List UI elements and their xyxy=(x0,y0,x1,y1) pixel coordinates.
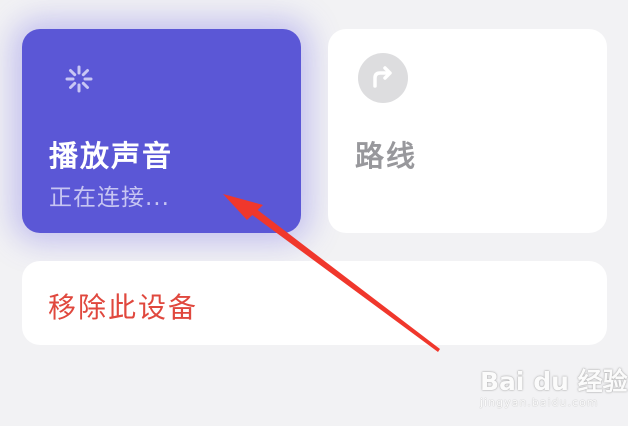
spinner-icon xyxy=(65,65,93,93)
route-label: 路线 xyxy=(355,139,418,173)
play-sound-button[interactable]: 播放声音 正在连接... xyxy=(22,29,301,233)
play-sound-title: 播放声音 xyxy=(49,139,174,173)
watermark-brand: Bai du 经验 xyxy=(480,367,628,396)
route-button[interactable]: 路线 xyxy=(328,29,607,233)
connection-status: 正在连接... xyxy=(49,185,170,211)
remove-device-button[interactable]: 移除此设备 xyxy=(22,261,607,345)
remove-device-label: 移除此设备 xyxy=(48,291,199,324)
route-arrow-icon xyxy=(358,53,408,103)
baidu-jingyan-watermark: Bai du 经验 jingyan.baidu.com xyxy=(470,358,628,418)
watermark-url: jingyan.baidu.com xyxy=(480,396,599,409)
